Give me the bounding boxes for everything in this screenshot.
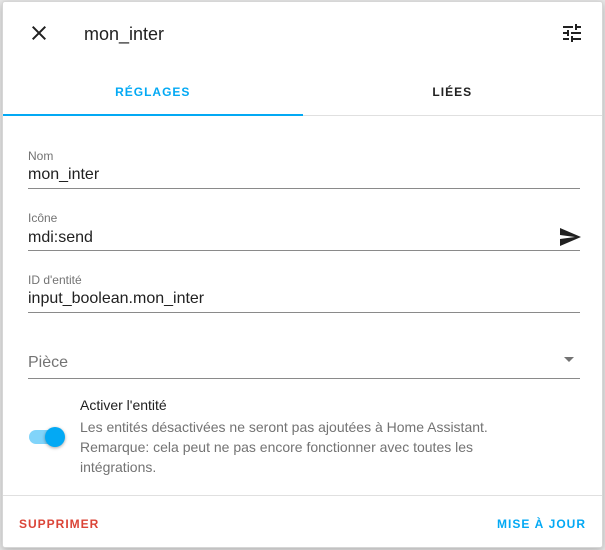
name-field-value: mon_inter <box>28 166 100 183</box>
tab-related[interactable]: LIÉES <box>303 68 603 115</box>
icon-field-value: mdi:send <box>28 229 93 246</box>
entity-settings-dialog: mon_inter RÉGLAGES LIÉES Nom mon_inter I… <box>2 1 603 548</box>
send-icon <box>558 225 582 254</box>
entity-id-field-value: input_boolean.mon_inter <box>28 290 205 307</box>
advanced-settings-button[interactable] <box>556 19 588 51</box>
tune-icon <box>560 21 584 50</box>
entity-id-field[interactable]: ID d'entité input_boolean.mon_inter <box>28 271 580 313</box>
close-icon <box>27 21 51 50</box>
tab-settings[interactable]: RÉGLAGES <box>3 68 303 116</box>
area-select-placeholder: Pièce <box>28 354 69 371</box>
area-select[interactable]: Pièce <box>28 342 580 379</box>
dialog-title: mon_inter <box>84 24 165 44</box>
name-field-label: Nom <box>28 149 54 163</box>
toggle-title: Activer l'entité <box>80 397 167 413</box>
dialog-header: mon_inter <box>3 2 602 68</box>
name-field[interactable]: Nom mon_inter <box>28 147 580 189</box>
update-button[interactable]: MISE À JOUR <box>497 517 586 531</box>
tab-bar: RÉGLAGES LIÉES <box>3 68 602 116</box>
delete-button[interactable]: SUPPRIMER <box>19 517 99 531</box>
icon-field-label: Icône <box>28 211 58 225</box>
enable-entity-toggle[interactable] <box>29 427 65 447</box>
dialog-footer: SUPPRIMER MISE À JOUR <box>3 495 602 547</box>
entity-id-field-label: ID d'entité <box>28 273 82 287</box>
toggle-description: Les entités désactivées ne seront pas aj… <box>80 419 488 475</box>
close-button[interactable] <box>23 19 55 51</box>
dropdown-arrow-icon <box>562 352 576 371</box>
toggle-thumb <box>45 427 65 447</box>
icon-field[interactable]: Icône mdi:send <box>28 209 582 254</box>
